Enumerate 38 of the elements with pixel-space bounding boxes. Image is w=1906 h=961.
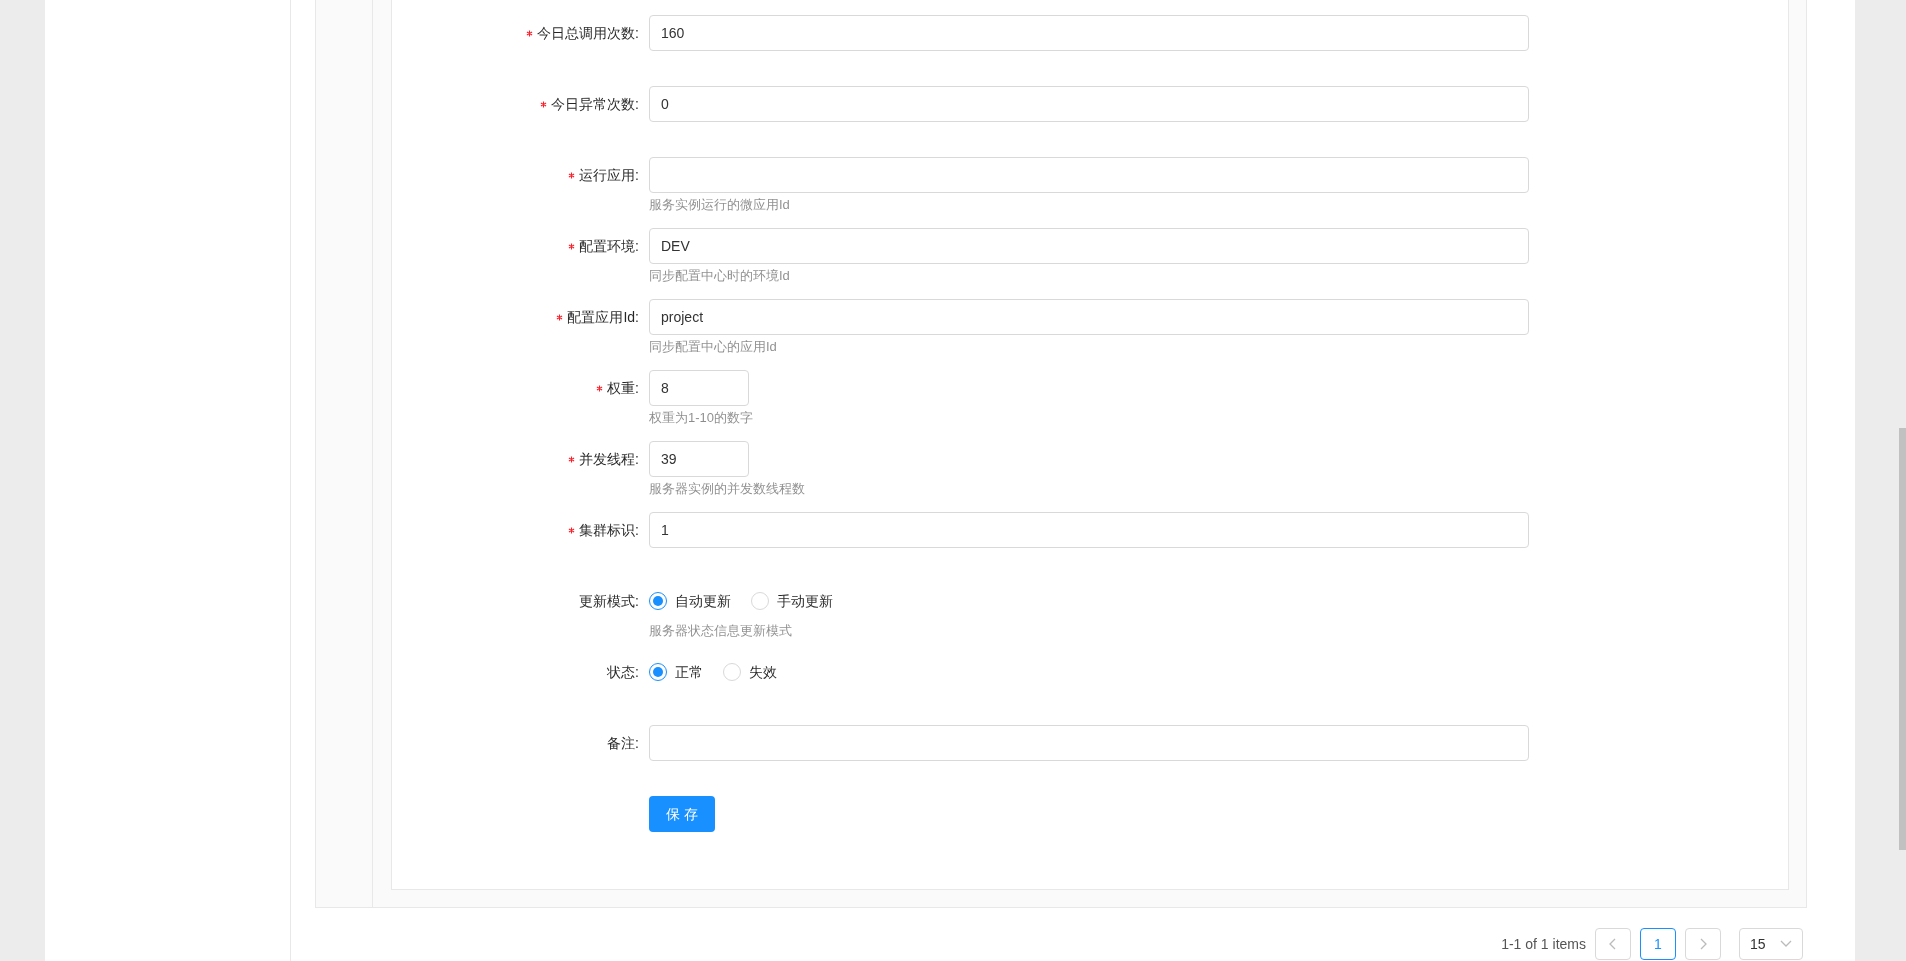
next-page-button[interactable] [1685, 928, 1721, 960]
page-size-select[interactable]: 15 [1739, 928, 1803, 960]
radio-option[interactable]: 失效 [723, 661, 777, 683]
field-label: 更新模式: [579, 593, 639, 609]
previous-page-button[interactable] [1595, 928, 1631, 960]
field-label: 配置应用Id: [567, 309, 639, 325]
help-text: 服务器实例的并发数线程数 [649, 480, 805, 498]
radio-option[interactable]: 自动更新 [649, 590, 731, 612]
help-text: 权重为1-10的数字 [649, 409, 754, 427]
radio-option[interactable]: 手动更新 [751, 590, 833, 612]
radio-option[interactable]: 正常 [649, 661, 703, 683]
input-field[interactable] [649, 157, 1529, 193]
field-label: 并发线程: [579, 451, 639, 467]
chevron-right-icon [1699, 938, 1707, 950]
input-field[interactable]: 1 [649, 512, 1529, 548]
help-text: 服务实例运行的微应用Id [649, 196, 791, 214]
input-field[interactable]: 39 [649, 441, 749, 477]
input-field[interactable]: 160 [649, 15, 1529, 51]
field-label: 集群标识: [579, 522, 639, 538]
help-text: 服务器状态信息更新模式 [649, 622, 793, 640]
input-field[interactable]: 0 [649, 86, 1529, 122]
pagination-summary: 1-1 of 1 items [1501, 934, 1586, 954]
chevron-down-icon [1780, 940, 1792, 948]
field-label: 运行应用: [579, 167, 639, 183]
field-label: 今日异常次数: [551, 96, 639, 112]
help-text: 同步配置中心的应用Id [649, 338, 778, 356]
field-label: 备注: [607, 735, 639, 751]
scrollbar-thumb[interactable] [1899, 428, 1906, 850]
chevron-left-icon [1609, 938, 1617, 950]
field-label: 状态: [607, 664, 639, 680]
field-label: 权重: [607, 380, 639, 396]
field-label: 今日总调用次数: [537, 25, 639, 41]
input-field[interactable]: project [649, 299, 1529, 335]
field-label: 配置环境: [579, 238, 639, 254]
input-field[interactable]: 8 [649, 370, 749, 406]
input-field[interactable] [649, 725, 1529, 761]
input-field[interactable]: DEV [649, 228, 1529, 264]
help-text: 同步配置中心时的环境Id [649, 267, 791, 285]
